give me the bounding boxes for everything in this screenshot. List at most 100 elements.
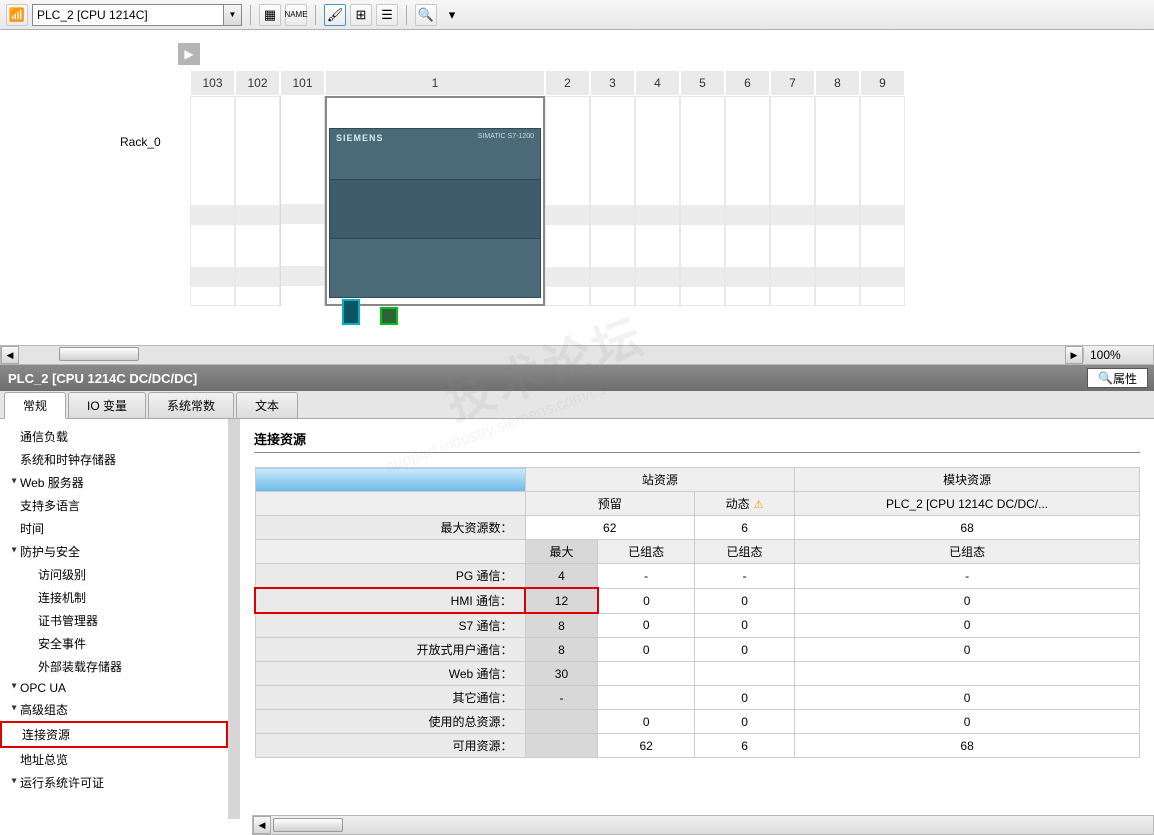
slot-cell[interactable]: [235, 96, 280, 306]
tree-item[interactable]: 外部装载存储器: [0, 655, 228, 678]
list-icon[interactable]: ☰: [376, 4, 398, 26]
rack-label: Rack_0: [120, 135, 161, 149]
empty-cell: [255, 492, 525, 516]
lower-panel: 通信负载系统和时钟存储器Web 服务器支持多语言时间防护与安全访问级别连接机制证…: [0, 419, 1154, 819]
tree-item[interactable]: 时间: [0, 517, 228, 540]
col-max: 最大: [525, 540, 598, 564]
scroll-thumb[interactable]: [59, 347, 139, 361]
tree-item[interactable]: 防护与安全: [0, 540, 228, 563]
cell: 0: [694, 710, 794, 734]
property-tree[interactable]: 通信负载系统和时钟存储器Web 服务器支持多语言时间防护与安全访问级别连接机制证…: [0, 419, 240, 819]
property-header-title: PLC_2 [CPU 1214C DC/DC/DC]: [8, 371, 197, 386]
slot-cell[interactable]: [770, 96, 815, 306]
slot-cell[interactable]: [635, 96, 680, 306]
slot-cell[interactable]: [680, 96, 725, 306]
slot-cell[interactable]: [725, 96, 770, 306]
tree-item[interactable]: 高级组态: [0, 698, 228, 721]
properties-tab[interactable]: 🔍 属性: [1087, 368, 1148, 388]
cell: 0: [694, 638, 794, 662]
cell: 0: [598, 638, 695, 662]
device-selector[interactable]: PLC_2 [CPU 1214C] ▼: [32, 4, 242, 26]
cell: 0: [598, 710, 695, 734]
col-configured-d: 已组态: [694, 540, 794, 564]
module-brand: SIEMENS: [336, 133, 384, 143]
slot-label: 5: [680, 70, 725, 96]
scroll-right-icon[interactable]: ▶: [1065, 346, 1083, 364]
toolbar: 📶 PLC_2 [CPU 1214C] ▼ ▦ NAME 🖌 ⊞ ☰ 🔍 ▾: [0, 0, 1154, 30]
tree-item[interactable]: Web 服务器: [0, 471, 228, 494]
sub-reserved: 预留: [525, 492, 694, 516]
cell: 0: [795, 686, 1140, 710]
slot-cell[interactable]: [190, 96, 235, 306]
cell: 6: [694, 516, 794, 540]
topology-icon[interactable]: 📶: [6, 4, 28, 26]
tree-item[interactable]: 通信负载: [0, 425, 228, 448]
slot-cell[interactable]: [590, 96, 635, 306]
tree-item[interactable]: 地址总览: [0, 748, 228, 771]
scroll-track[interactable]: [19, 346, 1065, 364]
paint-icon[interactable]: 🖌: [324, 4, 346, 26]
tab-system-constants[interactable]: 系统常数: [148, 392, 234, 418]
cell-max: -: [525, 686, 598, 710]
row-label: 开放式用户通信：: [255, 638, 525, 662]
tree-item[interactable]: 连接机制: [0, 586, 228, 609]
slot-header-row: 103 102 101 1 2 3 4 5 6 7 8 9: [100, 70, 905, 96]
zoom-level[interactable]: 100%: [1083, 348, 1153, 362]
cell: [598, 686, 695, 710]
col-selected[interactable]: [255, 468, 525, 492]
cell-max: [525, 710, 598, 734]
tree-item[interactable]: 访问级别: [0, 563, 228, 586]
cell-max: 8: [525, 613, 598, 638]
cell-max: 8: [525, 638, 598, 662]
grid-icon[interactable]: ▦: [259, 4, 281, 26]
scroll-thumb[interactable]: [273, 818, 343, 832]
rack-scrollbar[interactable]: ◀ ▶ 100%: [0, 345, 1154, 365]
row-label: PG 通信：: [255, 564, 525, 589]
scroll-left-icon[interactable]: ◀: [1, 346, 19, 364]
slot-cell[interactable]: [280, 96, 325, 306]
name-icon[interactable]: NAME: [285, 4, 307, 26]
module-model: SIMATIC S7-1200: [478, 133, 534, 140]
tree-item[interactable]: 证书管理器: [0, 609, 228, 632]
slot-cell[interactable]: [815, 96, 860, 306]
group-module: 模块资源: [795, 468, 1140, 492]
tree-item[interactable]: 运行系统许可证: [0, 771, 228, 794]
tab-io-variables[interactable]: IO 变量: [68, 392, 146, 418]
zoom-dropdown-icon[interactable]: ▾: [441, 4, 463, 26]
slot-label: 7: [770, 70, 815, 96]
align-icon[interactable]: ⊞: [350, 4, 372, 26]
scroll-left-icon[interactable]: ◀: [253, 816, 271, 834]
section-title: 连接资源: [254, 429, 1140, 448]
plc-module[interactable]: SIEMENS SIMATIC S7-1200: [329, 128, 541, 298]
slot-cell[interactable]: [545, 96, 590, 306]
bottom-scrollbar[interactable]: ◀: [252, 815, 1154, 835]
cell-max: 12: [525, 588, 598, 613]
cell: -: [598, 564, 695, 589]
tree-item[interactable]: 系统和时钟存储器: [0, 448, 228, 471]
empty-cell: [255, 540, 525, 564]
tab-text[interactable]: 文本: [236, 392, 298, 418]
connection-resources-panel: 连接资源 站资源 模块资源 预留 动态 PLC_2 [CPU 1214C DC/…: [240, 419, 1154, 819]
slot-label-main: 1: [325, 70, 545, 96]
tree-item[interactable]: 连接资源: [0, 721, 228, 748]
zoom-icon[interactable]: 🔍: [415, 4, 437, 26]
run-indicator-icon[interactable]: [380, 307, 398, 325]
cell: 0: [598, 588, 695, 613]
slot-cell[interactable]: [860, 96, 905, 306]
sub-dynamic: 动态: [694, 492, 794, 516]
row-label: S7 通信：: [255, 613, 525, 638]
slot-label: 3: [590, 70, 635, 96]
slot-label: 9: [860, 70, 905, 96]
ethernet-port-icon[interactable]: [342, 299, 360, 325]
play-button[interactable]: ▶: [178, 43, 200, 65]
chevron-down-icon[interactable]: ▼: [223, 5, 241, 25]
row-max-res: 最大资源数：: [255, 516, 525, 540]
slot-cell-main[interactable]: SIEMENS SIMATIC S7-1200: [325, 96, 545, 306]
tree-item[interactable]: OPC UA: [0, 678, 228, 698]
slot-label: 2: [545, 70, 590, 96]
tree-item[interactable]: 支持多语言: [0, 494, 228, 517]
cell: [795, 662, 1140, 686]
row-label: Web 通信：: [255, 662, 525, 686]
tab-general[interactable]: 常规: [4, 392, 66, 419]
tree-item[interactable]: 安全事件: [0, 632, 228, 655]
